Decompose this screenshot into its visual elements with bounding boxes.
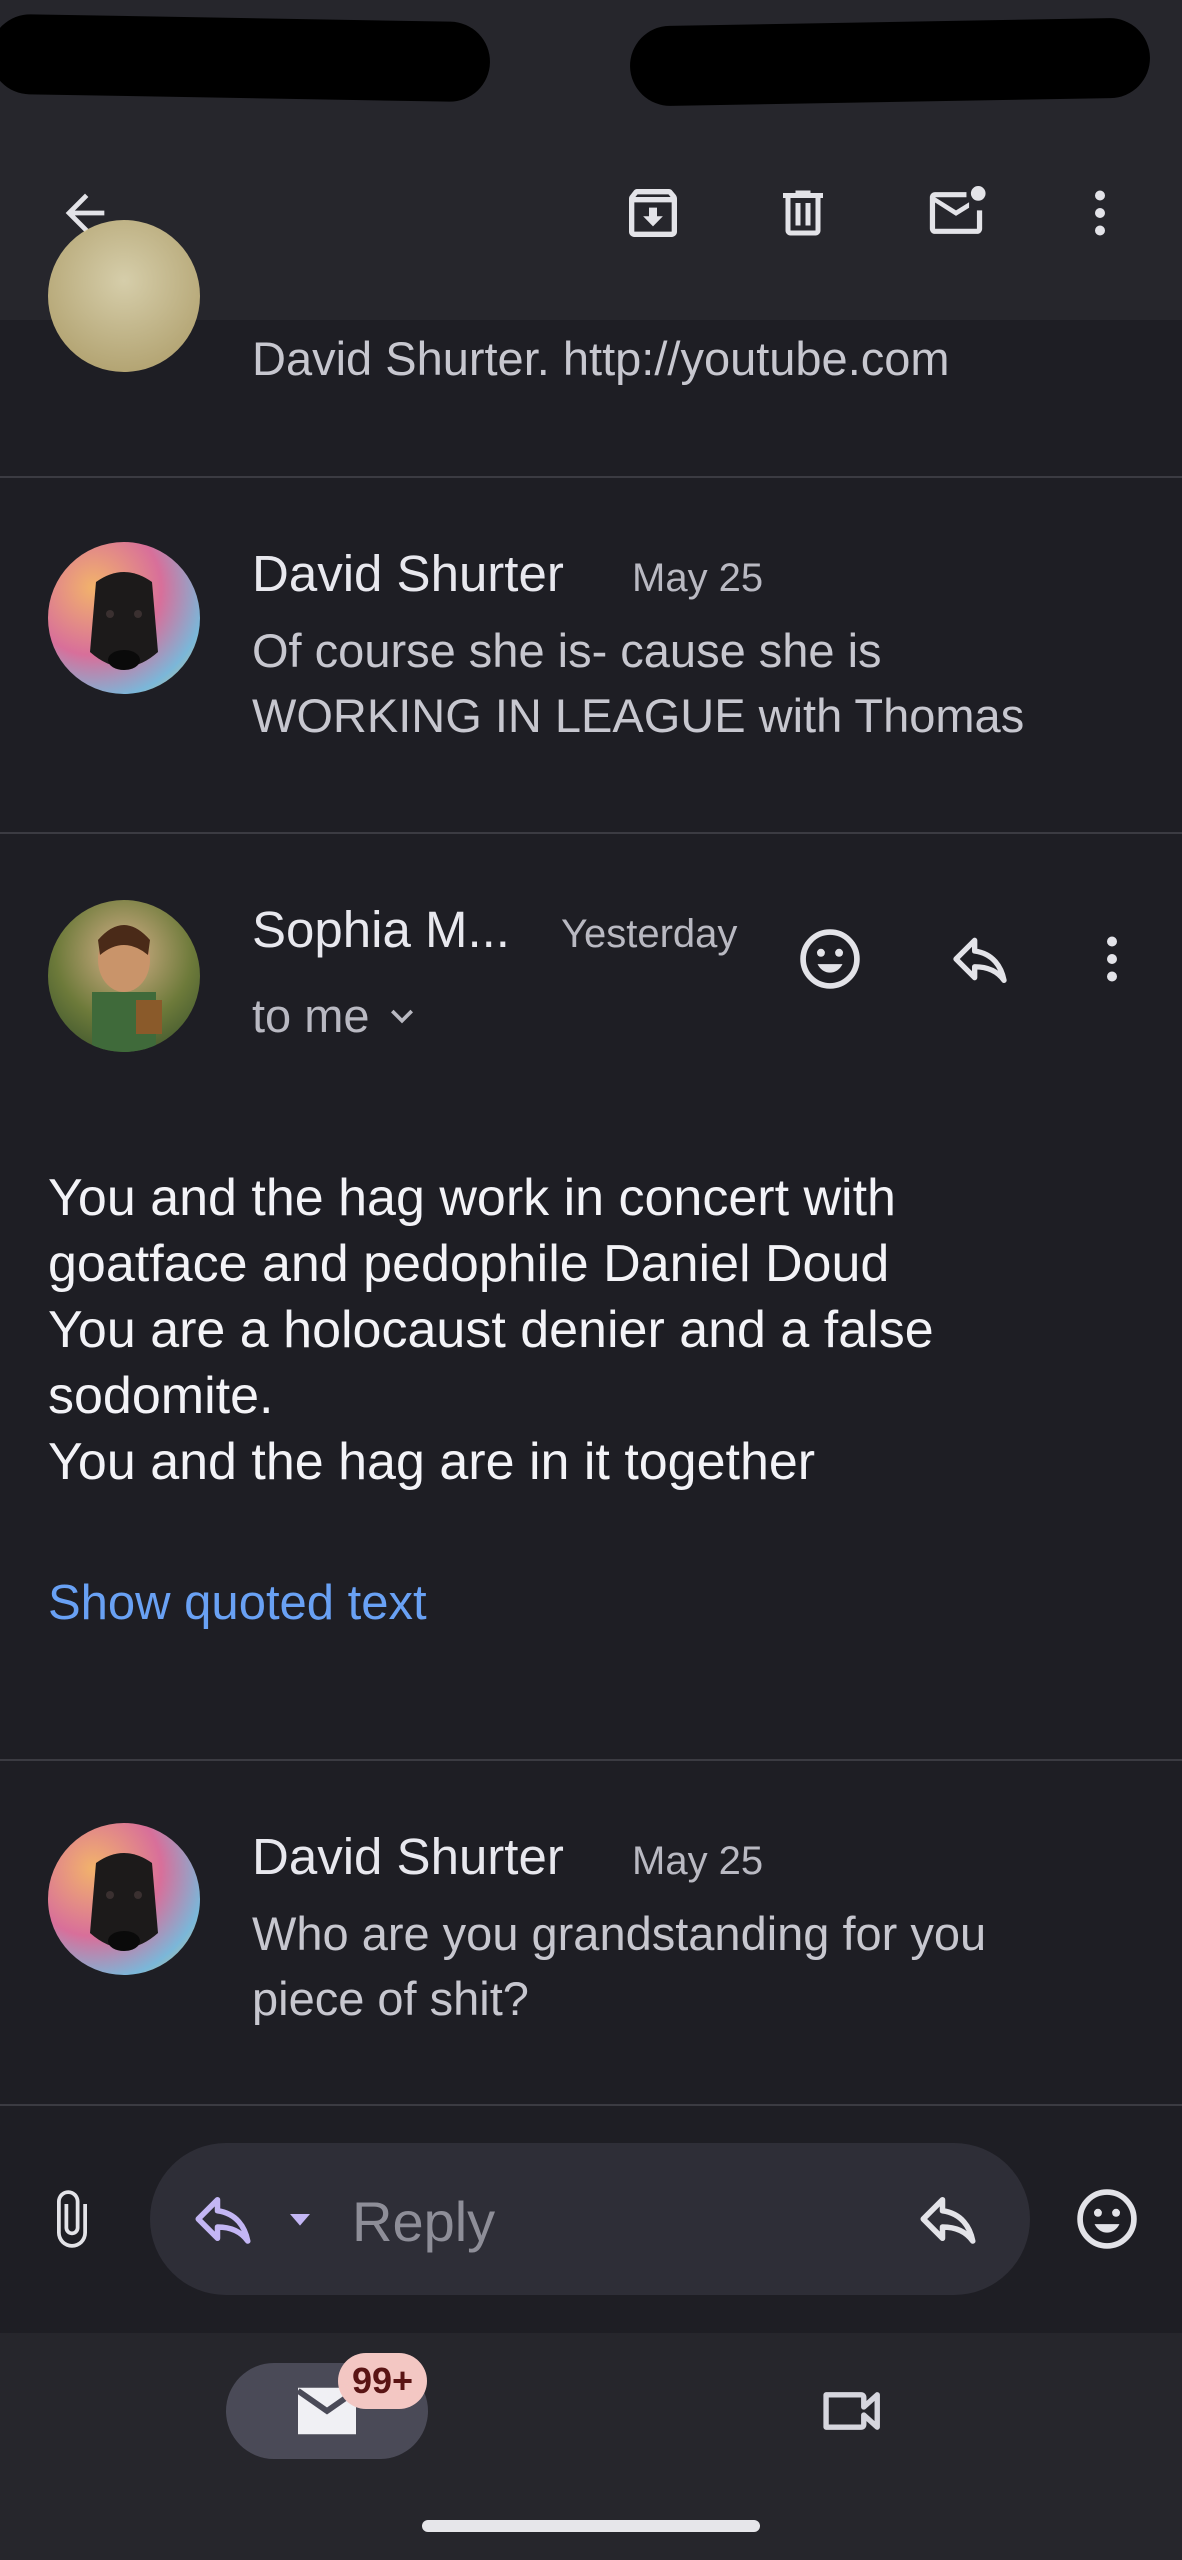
nav-meet-tab[interactable] [808, 2363, 898, 2459]
status-bar [0, 0, 1182, 120]
sender-name: David Shurter [252, 545, 564, 602]
attach-button[interactable] [30, 2174, 114, 2264]
avatar [48, 542, 200, 694]
trash-icon [783, 190, 823, 236]
show-quoted-text-link[interactable]: Show quoted text [48, 1575, 427, 1631]
sender-name[interactable]: Sophia M... [252, 900, 510, 959]
message-collapsed[interactable]: David Shurter May 25 Who are you grandst… [0, 1761, 1182, 2106]
redaction-left [0, 13, 491, 103]
avatar [48, 900, 200, 1052]
message-date: May 25 [632, 1839, 764, 1883]
message-snippet: Of course she is- cause she is WORKING I… [252, 624, 1025, 742]
message-collapsed[interactable]: David Shurter May 25 Of course she is- c… [0, 478, 1182, 832]
mark-unread-button[interactable] [908, 168, 1004, 258]
message-collapsed-partial[interactable]: David Shurter. http://youtube.com [0, 220, 1182, 476]
video-camera-icon [823, 2392, 880, 2430]
message-snippet: Who are you grandstanding for you piece … [252, 1907, 987, 2025]
reply-bar: Reply [0, 2108, 1182, 2333]
divider [0, 2104, 1182, 2106]
reply-input[interactable]: Reply [150, 2143, 1030, 2295]
reply-placeholder: Reply [352, 2190, 496, 2253]
message-body: You and the hag work in concert with goa… [48, 1169, 934, 1491]
emoji-icon [1077, 2189, 1137, 2249]
archive-icon [629, 189, 677, 237]
emoji-button[interactable] [1062, 2174, 1152, 2264]
archive-button[interactable] [608, 168, 698, 258]
avatar [48, 1823, 200, 1975]
chevron-down-icon [390, 1009, 413, 1023]
unread-count-badge: 99+ [338, 2353, 428, 2409]
message-more-button[interactable] [1072, 915, 1152, 1003]
more-options-button[interactable] [1060, 168, 1140, 258]
emoji-icon [800, 929, 860, 989]
reply-button[interactable] [936, 915, 1024, 1003]
sender-name: David Shurter [252, 1828, 564, 1885]
recipient-toggle[interactable]: to me [252, 988, 424, 1043]
reply-icon [953, 937, 1007, 983]
delete-button[interactable] [758, 168, 848, 258]
mark-unread-icon [929, 186, 986, 234]
home-indicator[interactable] [422, 2520, 760, 2532]
redaction-right [629, 17, 1151, 107]
more-vert-icon [1095, 190, 1105, 236]
forward-icon[interactable] [915, 2186, 981, 2252]
bottom-navigation: 99+ [0, 2333, 1182, 2560]
message-snippet: David Shurter. http://youtube.com [252, 332, 950, 385]
dropdown-arrow-icon[interactable] [280, 2199, 320, 2239]
message-date: Yesterday [561, 912, 738, 956]
attachment-icon [57, 2190, 87, 2248]
reply-icon [195, 2197, 251, 2244]
message-date: May 25 [632, 556, 764, 600]
avatar [48, 220, 200, 372]
more-vert-icon [1107, 936, 1117, 982]
recipient-label: to me [252, 989, 370, 1042]
react-emoji-button[interactable] [786, 915, 874, 1003]
